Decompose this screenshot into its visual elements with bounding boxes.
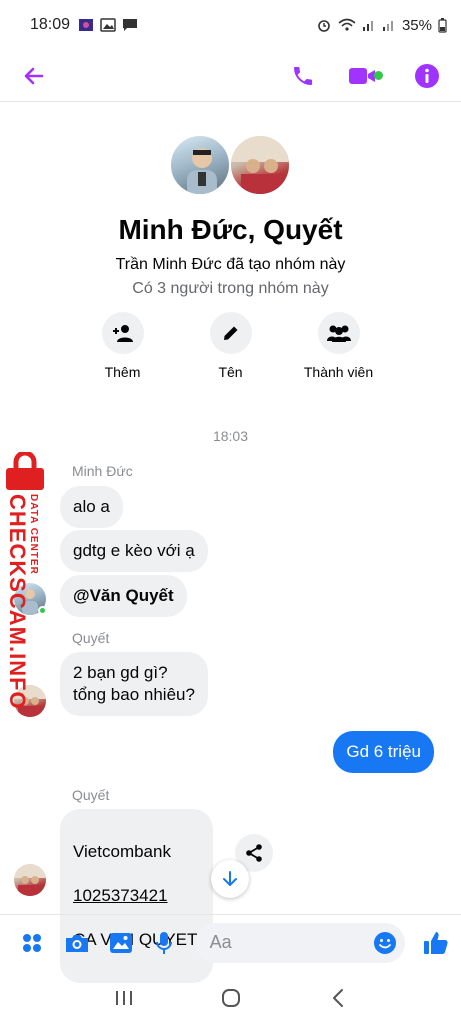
signal-icon-2 — [382, 21, 393, 31]
grid-dots-icon — [23, 933, 42, 952]
back-button[interactable] — [18, 60, 50, 92]
add-member-label: Thêm — [104, 364, 141, 380]
message-composer: Aa — [0, 914, 461, 970]
system-back-button[interactable] — [323, 983, 353, 1013]
alarm-icon — [318, 20, 330, 32]
avatar[interactable] — [168, 134, 231, 196]
watermark-title: CHECKSCAM.INFO — [5, 494, 30, 710]
share-icon — [246, 844, 262, 862]
members-icon — [326, 325, 351, 342]
camera-button[interactable] — [64, 930, 90, 956]
group-actions: Thêm Tên Thành viên — [0, 312, 461, 380]
video-call-button[interactable] — [343, 60, 387, 92]
add-person-icon — [112, 325, 133, 342]
voice-message-button[interactable] — [152, 930, 177, 956]
recent-apps-button[interactable] — [109, 983, 139, 1013]
info-icon — [415, 63, 439, 88]
chevron-left-icon — [332, 989, 343, 1007]
thumbs-up-icon — [423, 931, 448, 954]
sender-name: Quyết — [72, 630, 110, 646]
status-time: 18:09 — [30, 16, 71, 33]
info-button[interactable] — [411, 60, 443, 92]
phone-icon — [294, 66, 312, 85]
gallery-button[interactable] — [109, 930, 134, 956]
home-icon — [221, 989, 240, 1007]
message-bubble[interactable]: 2 bạn gd gì? tổng bao nhiêu? — [60, 652, 208, 716]
add-member-button[interactable]: Thêm — [83, 312, 163, 380]
message-bubble[interactable]: alo a — [60, 486, 123, 528]
group-avatars — [168, 130, 293, 200]
system-navigation-bar — [0, 972, 461, 1024]
battery-percent: 35% — [401, 16, 432, 34]
online-indicator — [38, 606, 47, 615]
members-button[interactable]: Thành viên — [299, 312, 379, 380]
active-status-dot — [373, 71, 383, 80]
members-label: Thành viên — [303, 364, 374, 380]
rename-label: Tên — [218, 364, 243, 380]
chat-header — [0, 50, 461, 102]
app-notification-icon — [79, 19, 94, 31]
like-button[interactable] — [423, 929, 449, 957]
message-bubble[interactable]: gdtg e kèo với ạ — [60, 530, 208, 572]
group-creator-text: Trần Minh Đức đã tạo nhóm này — [115, 256, 346, 273]
recent-apps-icon — [115, 991, 132, 1005]
avatar[interactable] — [14, 864, 46, 896]
back-arrow-icon — [24, 67, 44, 84]
camera-icon — [65, 934, 88, 952]
avatar[interactable] — [228, 134, 291, 196]
voice-call-button[interactable] — [287, 60, 319, 92]
message-input[interactable]: Aa — [195, 922, 405, 963]
status-bar: 18:09 35% — [0, 0, 461, 50]
message-input-placeholder: Aa — [209, 932, 232, 952]
group-info: Minh Đức, Quyết Trần Minh Đức đã tạo nhó… — [0, 130, 461, 380]
member-count-text: Có 3 người trong nhóm này — [132, 280, 329, 297]
rename-button[interactable]: Tên — [191, 312, 271, 380]
battery-icon — [438, 17, 447, 33]
home-button[interactable] — [216, 983, 246, 1013]
microphone-icon — [156, 931, 173, 954]
wifi-icon — [338, 18, 356, 31]
watermark-subtitle: DATA CENTER — [28, 494, 39, 575]
account-number-link[interactable]: 1025373421 — [73, 885, 197, 907]
bank-name: Vietcombank — [73, 842, 171, 861]
emoji-icon[interactable] — [373, 931, 397, 955]
sender-name: Minh Đức — [72, 463, 133, 479]
sent-message-bubble[interactable]: Gd 6 triệu — [333, 731, 434, 773]
lock-watermark-icon — [6, 452, 44, 490]
message-timestamp: 18:03 — [212, 428, 249, 444]
more-actions-button[interactable] — [20, 930, 45, 956]
group-name: Minh Đức, Quyết — [118, 214, 343, 245]
photo-icon — [109, 932, 132, 953]
message-bubble-mention[interactable]: @Văn Quyết — [60, 575, 187, 617]
signal-icon — [362, 21, 373, 31]
notification-icons — [78, 18, 138, 32]
system-status: 35% — [316, 17, 447, 34]
gallery-icon — [100, 18, 116, 32]
sender-name: Quyết — [72, 787, 110, 803]
pencil-icon — [223, 326, 237, 340]
arrow-down-icon — [223, 871, 237, 886]
message-icon — [123, 19, 138, 31]
scroll-to-bottom-button[interactable] — [211, 860, 249, 898]
